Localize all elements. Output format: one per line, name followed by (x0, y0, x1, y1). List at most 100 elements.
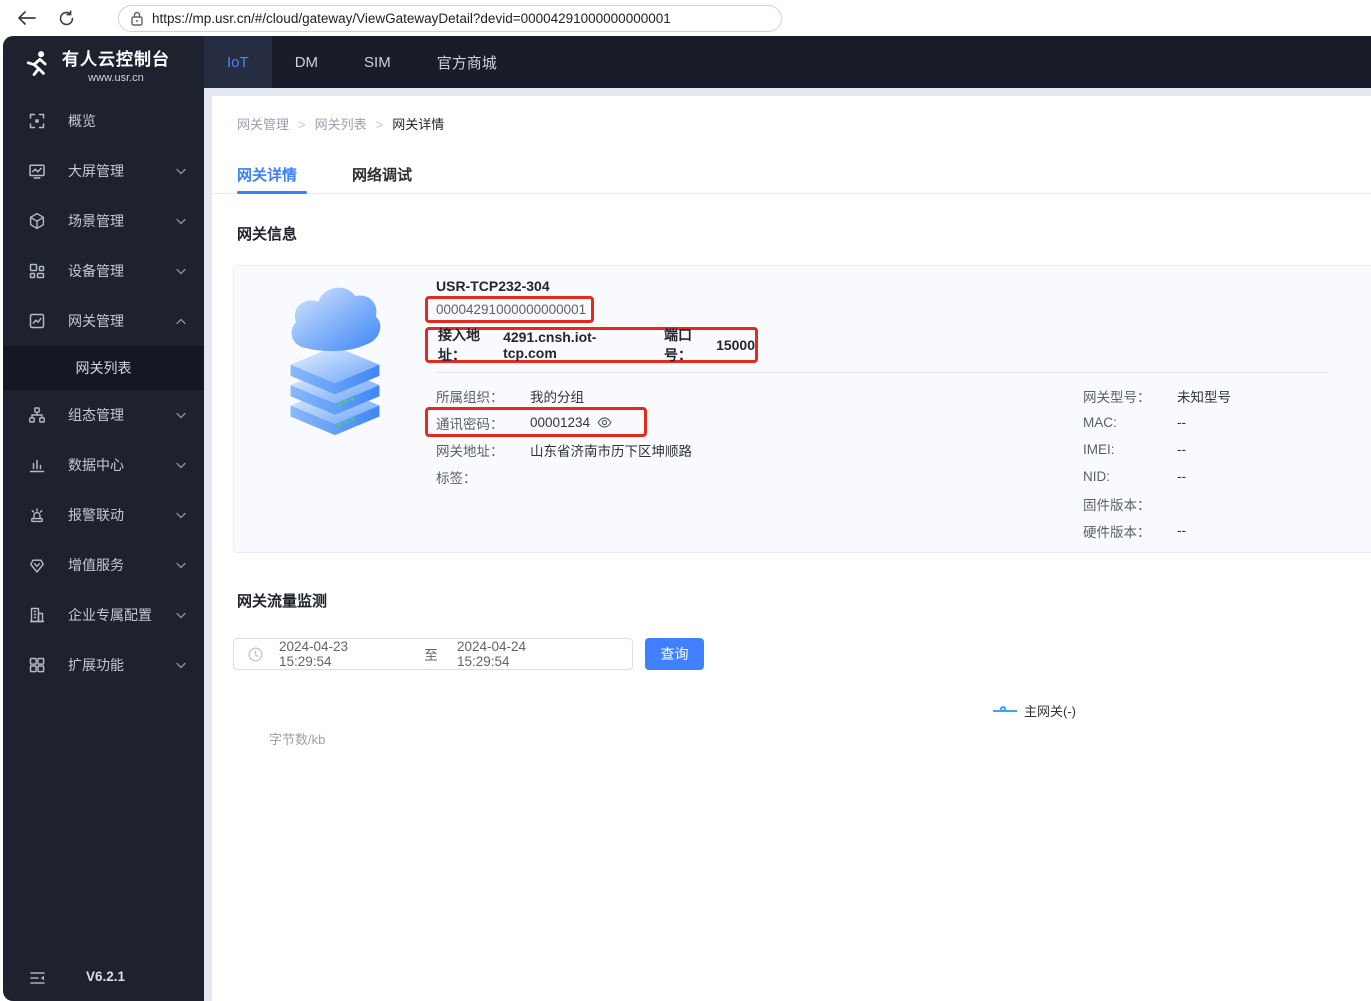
field-value: -- (1177, 469, 1186, 484)
chart-y-axis-label: 字节数/kb (269, 732, 326, 747)
sidebar-item-label: 概览 (68, 113, 96, 129)
device-blocks-icon (28, 262, 46, 280)
sidebar-item-label: 大屏管理 (68, 163, 124, 179)
sidebar-item-label: 企业专属配置 (68, 607, 152, 623)
main-area: 网关管理 > 网关列表 > 网关详情 网关详情 网络调试 网关信息 USR-TC… (204, 88, 1371, 1001)
overview-icon (28, 112, 46, 130)
row-firmware-version: 固件版本： (1083, 490, 1371, 517)
url-text: https://mp.usr.cn/#/cloud/gateway/ViewGa… (152, 10, 671, 26)
chevron-up-icon (176, 318, 186, 325)
browser-toolbar: https://mp.usr.cn/#/cloud/gateway/ViewGa… (0, 0, 1371, 36)
building-icon (28, 606, 46, 624)
sidebar-subitem-gateway-list[interactable]: 网关列表 (3, 346, 204, 390)
annotation-box-device-id: 00004291000000000001 (425, 296, 594, 323)
address-bar[interactable]: https://mp.usr.cn/#/cloud/gateway/ViewGa… (118, 4, 782, 32)
breadcrumb-separator: > (375, 117, 384, 132)
page-content: 网关管理 > 网关列表 > 网关详情 网关详情 网络调试 网关信息 USR-TC… (212, 96, 1371, 1001)
chevron-down-icon (176, 218, 186, 225)
sitemap-icon (28, 406, 46, 424)
app-version: V6.2.1 (86, 969, 126, 984)
device-id: 00004291000000000001 (436, 302, 587, 317)
sidebar-item-extensions[interactable]: 扩展功能 (3, 640, 204, 690)
field-label: MAC: (1083, 415, 1117, 430)
breadcrumb: 网关管理 > 网关列表 > 网关详情 (237, 116, 444, 134)
gateway-detail-right-column: 网关型号： 未知型号 MAC: -- IMEI: -- NID: -- 固件版本… (1083, 382, 1371, 544)
chevron-down-icon (176, 512, 186, 519)
chevron-down-icon (176, 662, 186, 669)
sidebar-item-label: 设备管理 (68, 263, 124, 279)
row-mac: MAC: -- (1083, 409, 1371, 436)
card-divider (436, 372, 1330, 373)
field-value: 未知型号 (1177, 389, 1231, 405)
row-comm-password: 通讯密码： 00001234 (425, 407, 996, 437)
field-label: 标签： (436, 470, 477, 486)
product-nav: IoT DM SIM 官方商城 (204, 36, 1371, 88)
tab-network-debug[interactable]: 网络调试 (352, 164, 412, 185)
gem-shield-icon (28, 556, 46, 574)
grid-apps-icon (28, 656, 46, 674)
field-value: -- (1177, 415, 1186, 430)
sidebar-item-label: 扩展功能 (68, 657, 124, 673)
date-range-separator: 至 (424, 648, 438, 663)
chevron-down-icon (176, 562, 186, 569)
breadcrumb-gateway-list[interactable]: 网关列表 (315, 116, 367, 134)
chevron-down-icon (176, 462, 186, 469)
browser-refresh-button[interactable] (54, 6, 78, 30)
legend-label: 主网关(-) (1024, 704, 1076, 719)
page-tabs: 网关详情 网络调试 (212, 158, 1371, 194)
field-label: NID: (1083, 469, 1110, 484)
sidebar-item-label: 组态管理 (68, 407, 124, 423)
sidebar-item-configuration-management[interactable]: 组态管理 (3, 390, 204, 440)
row-nid: NID: -- (1083, 463, 1371, 490)
breadcrumb-gateway-management[interactable]: 网关管理 (237, 116, 289, 134)
tab-gateway-detail[interactable]: 网关详情 (237, 164, 297, 185)
usr-runner-logo-icon (22, 49, 52, 79)
lock-icon[interactable] (131, 11, 143, 26)
chevron-down-icon (176, 268, 186, 275)
sidebar-item-label: 报警联动 (68, 507, 124, 523)
field-label: 网关地址： (436, 443, 504, 459)
brand-subtitle: www.usr.cn (88, 71, 144, 84)
port-value: 15000 (716, 337, 756, 353)
sidebar-item-value-added-services[interactable]: 增值服务 (3, 540, 204, 590)
breadcrumb-separator: > (298, 117, 306, 132)
brand-logo-block[interactable]: 有人云控制台 www.usr.cn (3, 36, 204, 92)
sidebar-item-label: 场景管理 (68, 213, 124, 229)
browser-back-button[interactable] (14, 6, 38, 30)
sidebar-menu: 概览 大屏管理 场景管理 设备管理 网关管理 网关列表 组态管理 数据中心 报警… (3, 92, 204, 690)
sidebar-item-enterprise-config[interactable]: 企业专属配置 (3, 590, 204, 640)
section-title-gateway-info: 网关信息 (237, 226, 298, 243)
sidebar-collapse-icon[interactable] (30, 971, 45, 985)
line-series-marker-icon (993, 705, 1017, 717)
nav-tab-official-store[interactable]: 官方商城 (414, 36, 520, 88)
nav-tab-sim[interactable]: SIM (341, 36, 414, 88)
row-organization: 所属组织： 我的分组 (436, 382, 996, 409)
chart-legend-main-gateway[interactable]: 主网关(-) (993, 701, 1076, 720)
sidebar-item-alarm-linkage[interactable]: 报警联动 (3, 490, 204, 540)
row-gateway-model: 网关型号： 未知型号 (1083, 382, 1371, 409)
date-range-picker[interactable]: 2024-04-23 15:29:54 至 2024-04-24 15:29:5… (233, 638, 633, 670)
sidebar-item-gateway-management[interactable]: 网关管理 (3, 296, 204, 346)
sidebar-item-scene-management[interactable]: 场景管理 (3, 196, 204, 246)
sidebar-item-device-management[interactable]: 设备管理 (3, 246, 204, 296)
device-name: USR-TCP232-304 (436, 278, 550, 294)
field-label: IMEI: (1083, 442, 1115, 457)
sidebar-item-label: 增值服务 (68, 557, 124, 573)
chevron-down-icon (176, 412, 186, 419)
date-range-end: 2024-04-24 15:29:54 (457, 639, 527, 669)
nav-tab-iot[interactable]: IoT (204, 36, 272, 88)
field-label: 网关型号： (1083, 389, 1151, 405)
sidebar-item-label: 网关管理 (68, 313, 124, 329)
sidebar-item-data-center[interactable]: 数据中心 (3, 440, 204, 490)
field-value: -- (1177, 523, 1186, 538)
field-label: 硬件版本： (1083, 524, 1151, 540)
cloud-server-illustration (279, 274, 391, 436)
sidebar-item-screen-management[interactable]: 大屏管理 (3, 146, 204, 196)
sidebar-item-label: 数据中心 (68, 457, 124, 473)
sidebar-item-overview[interactable]: 概览 (3, 96, 204, 146)
query-button[interactable]: 查询 (645, 638, 704, 670)
row-gateway-address: 网关地址： 山东省济南市历下区坤顺路 (436, 436, 996, 463)
active-tab-underline (237, 191, 307, 194)
nav-tab-dm[interactable]: DM (272, 36, 341, 88)
scene-cube-icon (28, 212, 46, 230)
